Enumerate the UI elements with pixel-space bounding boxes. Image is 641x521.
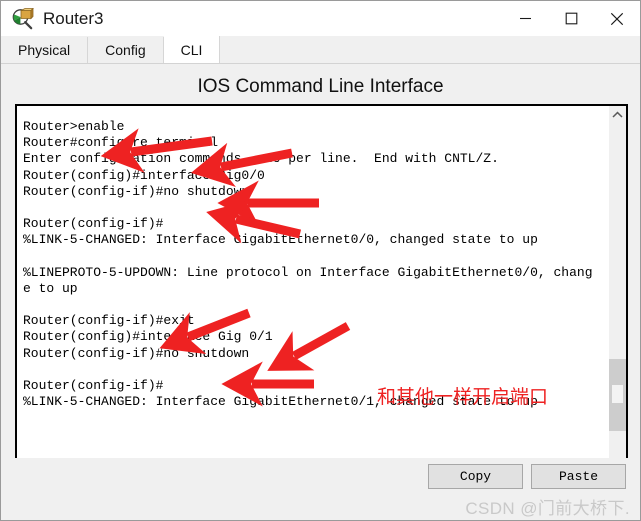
bottom-bar: Copy Paste CSDN @门前大桥下. xyxy=(1,458,640,520)
tab-strip: Physical Config CLI xyxy=(1,36,640,64)
router-cli-window: Router3 Physical Config CLI IOS Command … xyxy=(0,0,641,521)
window-title: Router3 xyxy=(43,8,104,28)
terminal-line: Enter configuration commands, one per li… xyxy=(23,151,499,167)
terminal-line: Router(config)#interface Gig0/0 xyxy=(23,167,265,183)
terminal-output[interactable]: Router>enable Router#configure terminal En… xyxy=(17,106,608,514)
packet-tracer-magnifier-icon xyxy=(12,7,34,30)
terminal-scrollbar[interactable] xyxy=(608,106,626,514)
scrollbar-track[interactable] xyxy=(609,123,626,497)
terminal-line: Router(config-if)#no shutdown xyxy=(23,183,250,199)
tab-config[interactable]: Config xyxy=(88,37,164,63)
terminal-line: Router(config)#interface Gig 0/1 xyxy=(23,329,273,345)
terminal-line: Router>enable xyxy=(23,119,125,134)
maximize-icon[interactable] xyxy=(548,1,594,36)
tab-cli[interactable]: CLI xyxy=(163,36,221,63)
minimize-icon[interactable] xyxy=(502,1,548,36)
chevron-up-icon[interactable] xyxy=(609,106,626,123)
terminal-line: Router(config-if)#no shutdown xyxy=(23,345,250,361)
terminal-line: Router#configure terminal xyxy=(23,135,219,151)
terminal-line: Router(config-if)# xyxy=(23,216,164,232)
copy-button[interactable]: Copy xyxy=(428,464,523,489)
terminal-line: %LINK-5-CHANGED: Interface GigabitEthern… xyxy=(23,232,538,248)
paste-button[interactable]: Paste xyxy=(531,464,626,489)
watermark: CSDN @门前大桥下. xyxy=(465,499,630,518)
terminal-line: e to up xyxy=(23,280,78,296)
terminal-line: Router(config-if)#exit xyxy=(23,313,195,329)
scrollbar-thumb[interactable] xyxy=(609,359,626,431)
terminal-container: Router>enable Router#configure terminal En… xyxy=(15,104,628,516)
scrollbar-thumb-grip xyxy=(612,385,623,403)
annotation-note: 和其他一样开启端口 xyxy=(377,386,549,408)
window-controls xyxy=(502,1,640,36)
title-bar: Router3 xyxy=(1,1,640,36)
close-icon[interactable] xyxy=(594,1,640,36)
tab-physical[interactable]: Physical xyxy=(1,37,89,63)
page-title: IOS Command Line Interface xyxy=(197,76,444,97)
action-buttons: Copy Paste xyxy=(428,464,626,489)
terminal-line: %LINEPROTO-5-UPDOWN: Line protocol on In… xyxy=(23,264,593,280)
